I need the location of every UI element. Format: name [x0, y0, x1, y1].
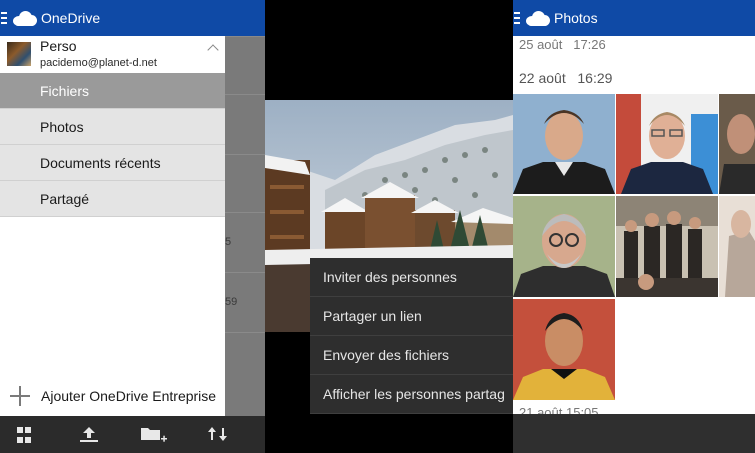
navigation-drawer: Perso pacidemo@planet-d.net Fichiers Pho… [0, 36, 225, 416]
drawer-item-label: Partagé [40, 190, 90, 207]
group-date: 25 août [519, 37, 563, 52]
group-time: 17:26 [573, 37, 606, 52]
drawer-item-fichiers[interactable]: Fichiers [0, 73, 225, 109]
plus-icon [10, 386, 30, 406]
bottom-action-bar [0, 416, 265, 453]
add-onedrive-business-button[interactable]: Ajouter OneDrive Entreprise [0, 378, 225, 414]
sort-icon[interactable] [206, 424, 230, 444]
upload-icon[interactable] [78, 424, 100, 444]
date-header: 22 août 16:29 [519, 70, 612, 86]
photos-panel: Photos 25 août 17:26 22 août 16:29 21 ao… [513, 0, 755, 453]
menu-item-share-link[interactable]: Partager un lien [310, 297, 513, 336]
photo-thumbnail[interactable] [513, 299, 615, 400]
drawer-item-documents-recents[interactable]: Documents récents [0, 145, 225, 181]
menu-icon[interactable] [1, 12, 7, 24]
drawer-item-label: Documents récents [40, 154, 161, 171]
list-fragment: 59 [225, 296, 238, 308]
photo-thumbnail[interactable] [513, 94, 615, 194]
chevron-up-icon[interactable] [207, 44, 219, 56]
photo-thumbnail[interactable] [719, 196, 755, 297]
account-name: Perso [40, 38, 77, 54]
photos-app-bar: Photos [513, 0, 755, 36]
grid-view-icon[interactable] [17, 424, 39, 444]
drawer-item-label: Photos [40, 118, 84, 135]
menu-item-send-files[interactable]: Envoyer des fichiers [310, 336, 513, 375]
drawer-item-label: Fichiers [40, 82, 90, 99]
new-folder-icon[interactable] [140, 424, 168, 444]
menu-icon[interactable] [514, 12, 520, 24]
account-email: pacidemo@planet-d.net [40, 57, 157, 69]
onedrive-app-bar: OneDrive [0, 0, 265, 36]
menu-item-show-shared-people[interactable]: Afficher les personnes partag [310, 375, 513, 414]
photo-thumbnail[interactable] [616, 94, 718, 194]
drawer-item-partage[interactable]: Partagé [0, 181, 225, 217]
share-context-menu: Inviter des personnes Partager un lien E… [310, 258, 513, 414]
menu-item-invite-people[interactable]: Inviter des personnes [310, 258, 513, 297]
bottom-action-bar [513, 414, 755, 453]
photo-thumbnail[interactable] [719, 94, 755, 194]
photo-thumbnail[interactable] [513, 196, 615, 297]
list-fragment: 5 [225, 236, 232, 248]
group-date: 22 août [519, 70, 566, 86]
drawer-item-photos[interactable]: Photos [0, 109, 225, 145]
group-time: 16:29 [577, 70, 613, 86]
add-business-label: Ajouter OneDrive Entreprise [41, 388, 217, 404]
date-header: 25 août 17:26 [519, 37, 606, 52]
avatar [7, 42, 31, 66]
dimmed-file-list: 5 59 [225, 36, 265, 416]
onedrive-panel: OneDrive 5 59 Perso pacidemo@planet-d.ne… [0, 0, 265, 453]
account-header[interactable]: Perso pacidemo@planet-d.net [0, 36, 225, 73]
photo-viewer-panel: Inviter des personnes Partager un lien E… [265, 0, 513, 453]
app-title: OneDrive [41, 10, 101, 26]
screenshot-root: OneDrive 5 59 Perso pacidemo@planet-d.ne… [0, 0, 755, 453]
app-title: Photos [554, 10, 598, 26]
onedrive-logo-icon [524, 10, 550, 26]
onedrive-logo-icon [11, 10, 37, 26]
photo-thumbnail[interactable] [616, 196, 718, 297]
